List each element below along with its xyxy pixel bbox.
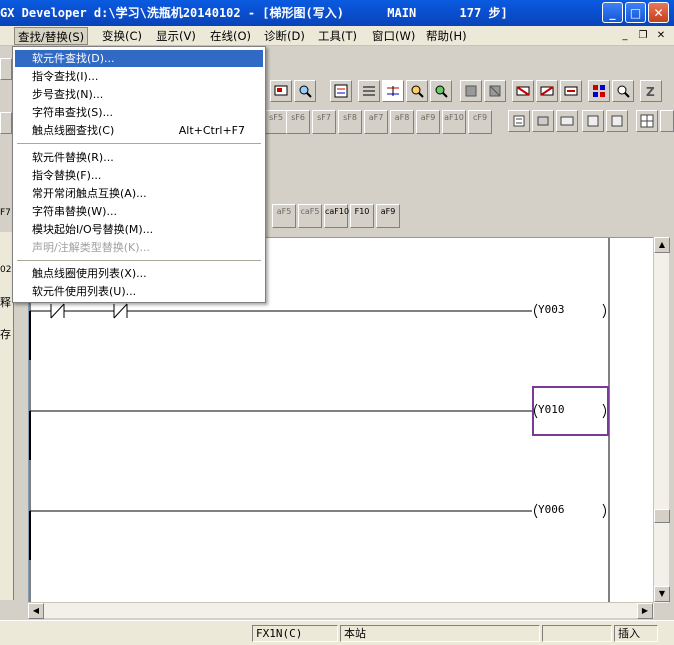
tool-d-icon[interactable] [606, 110, 628, 132]
list-icon[interactable] [358, 80, 380, 102]
key-sf8[interactable]: sF8 [338, 110, 362, 134]
menu-separator-1 [17, 143, 261, 145]
grid-icon[interactable] [588, 80, 610, 102]
statement-icon[interactable] [560, 80, 582, 102]
scroll-up-button[interactable]: ▲ [654, 237, 670, 253]
coil-label-1[interactable]: Y003 [538, 303, 565, 316]
menuitem-string-find[interactable]: 字符串查找(S)... [15, 104, 263, 121]
tool-a-icon[interactable] [508, 110, 530, 132]
menu-convert[interactable]: 变换(C) [99, 27, 145, 45]
mdi-close-button[interactable]: ✕ [653, 29, 669, 43]
tool-f-icon[interactable] [660, 110, 674, 132]
menuitem-device-replace[interactable]: 软元件替换(R)... [15, 149, 263, 166]
tool-b-icon[interactable] [532, 110, 554, 132]
maximize-button[interactable]: □ [625, 2, 646, 23]
menuitem-shortcut: Alt+Ctrl+F7 [178, 124, 245, 137]
coil-toggle-icon[interactable] [512, 80, 534, 102]
left-pane-f7: F7 [0, 208, 11, 218]
menu-help[interactable]: 帮助(H) [423, 27, 470, 45]
svg-text:Z: Z [646, 85, 655, 98]
status-plc-type: FX1N(C) [252, 625, 338, 642]
key-cf9[interactable]: cF9 [468, 110, 492, 134]
scroll-left-button[interactable]: ◀ [28, 603, 44, 619]
read-mode-icon[interactable] [406, 80, 428, 102]
menu-find-replace[interactable]: 查找/替换(S) [14, 27, 89, 45]
window-title: GX Developer d:\学习\洗瓶机20140102 - [梯形图(写入… [0, 6, 508, 20]
mdi-restore-button[interactable]: ❐ [635, 29, 651, 43]
menuitem-module-io-replace[interactable]: 模块起始I/O号替换(M)... [15, 221, 263, 238]
find-replace-menu: 软元件查找(D)... 指令查找(I)... 步号查找(N)... 字符串查找(… [12, 46, 266, 303]
key-caf5[interactable]: caF5 [298, 204, 322, 228]
left-tool-button[interactable] [0, 112, 12, 134]
rung-1[interactable] [29, 303, 606, 360]
left-dropdown-button[interactable] [0, 58, 12, 80]
status-empty [542, 625, 612, 642]
menu-bar: 查找/替换(S) 变换(C) 显示(V) 在线(O) 诊断(D) 工具(T) 窗… [0, 26, 674, 46]
tool-e-icon[interactable] [636, 110, 658, 132]
write-mode-icon[interactable] [382, 80, 404, 102]
menu-separator-2 [17, 260, 261, 262]
menuitem-instruction-find[interactable]: 指令查找(I)... [15, 68, 263, 85]
key-af10[interactable]: aF10 [442, 110, 466, 134]
left-pane-02: 02 [0, 265, 12, 275]
status-bar: FX1N(C) 本站 插入 [0, 620, 674, 645]
tool-c-icon[interactable] [582, 110, 604, 132]
coil-label-3[interactable]: Y006 [538, 503, 565, 516]
coil-label-2[interactable]: Y010 [538, 403, 565, 416]
scroll-down-button[interactable]: ▼ [654, 586, 670, 602]
mdi-minimize-button[interactable]: _ [617, 29, 633, 43]
menuitem-step-find[interactable]: 步号查找(N)... [15, 86, 263, 103]
left-pane-label-a: 释 [0, 296, 11, 309]
key-af9-b[interactable]: aF9 [376, 204, 400, 228]
scroll-right-button[interactable]: ▶ [637, 603, 653, 619]
status-station: 本站 [340, 625, 540, 642]
vertical-scrollbar[interactable]: ▲ ▼ [653, 237, 670, 603]
key-sf7[interactable]: sF7 [312, 110, 336, 134]
minimize-button[interactable]: _ [602, 2, 623, 23]
close-button[interactable]: ✕ [648, 2, 669, 23]
key-af5[interactable]: aF5 [272, 204, 296, 228]
read-plc-icon[interactable] [460, 80, 482, 102]
menuitem-contact-coil-find[interactable]: 触点线圈查找(C) Alt+Ctrl+F7 [15, 122, 263, 139]
menuitem-device-usage-list[interactable]: 软元件使用列表(U)... [15, 283, 263, 300]
error-icon[interactable] [556, 110, 578, 132]
write-plc-icon[interactable] [484, 80, 506, 102]
key-sf5[interactable]: sF5 [264, 110, 288, 134]
horizontal-scrollbar[interactable]: ◀ ▶ [28, 602, 654, 619]
key-af8[interactable]: aF8 [390, 110, 414, 134]
menu-window[interactable]: 窗口(W) [369, 27, 418, 45]
title-bar: GX Developer d:\学习\洗瓶机20140102 - [梯形图(写入… [0, 0, 674, 26]
menuitem-contact-swap[interactable]: 常开常闭触点互换(A)... [15, 185, 263, 202]
left-pane-label-b: 存 [0, 328, 11, 341]
step-search-icon[interactable] [430, 80, 452, 102]
monitor-icon[interactable] [270, 80, 292, 102]
menuitem-string-replace[interactable]: 字符串替换(W)... [15, 203, 263, 220]
key-caf10[interactable]: caF10 [324, 204, 349, 228]
device-search-icon[interactable] [294, 80, 316, 102]
program-icon[interactable]: Z [640, 80, 662, 102]
key-af7[interactable]: aF7 [364, 110, 388, 134]
menu-view[interactable]: 显示(V) [153, 27, 199, 45]
menuitem-device-find[interactable]: 软元件查找(D)... [15, 50, 263, 67]
status-insert-mode: 插入 [614, 625, 658, 642]
key-af9[interactable]: aF9 [416, 110, 440, 134]
zoom-icon[interactable] [612, 80, 634, 102]
menu-tools[interactable]: 工具(T) [315, 27, 360, 45]
menu-diagnostics[interactable]: 诊断(D) [261, 27, 308, 45]
key-f10[interactable]: F10 [350, 204, 374, 228]
menuitem-instruction-replace[interactable]: 指令替换(F)... [15, 167, 263, 184]
menu-online[interactable]: 在线(O) [207, 27, 254, 45]
comment-icon[interactable] [536, 80, 558, 102]
rung-3[interactable] [29, 503, 606, 560]
menuitem-contact-coil-list[interactable]: 触点线圈使用列表(X)... [15, 265, 263, 282]
rung-2[interactable] [29, 386, 609, 460]
ladder-view-icon[interactable] [330, 80, 352, 102]
scroll-thumb[interactable] [654, 509, 670, 523]
menuitem-comment-type-replace: 声明/注解类型替换(K)... [32, 241, 150, 254]
key-sf6[interactable]: sF6 [286, 110, 310, 134]
